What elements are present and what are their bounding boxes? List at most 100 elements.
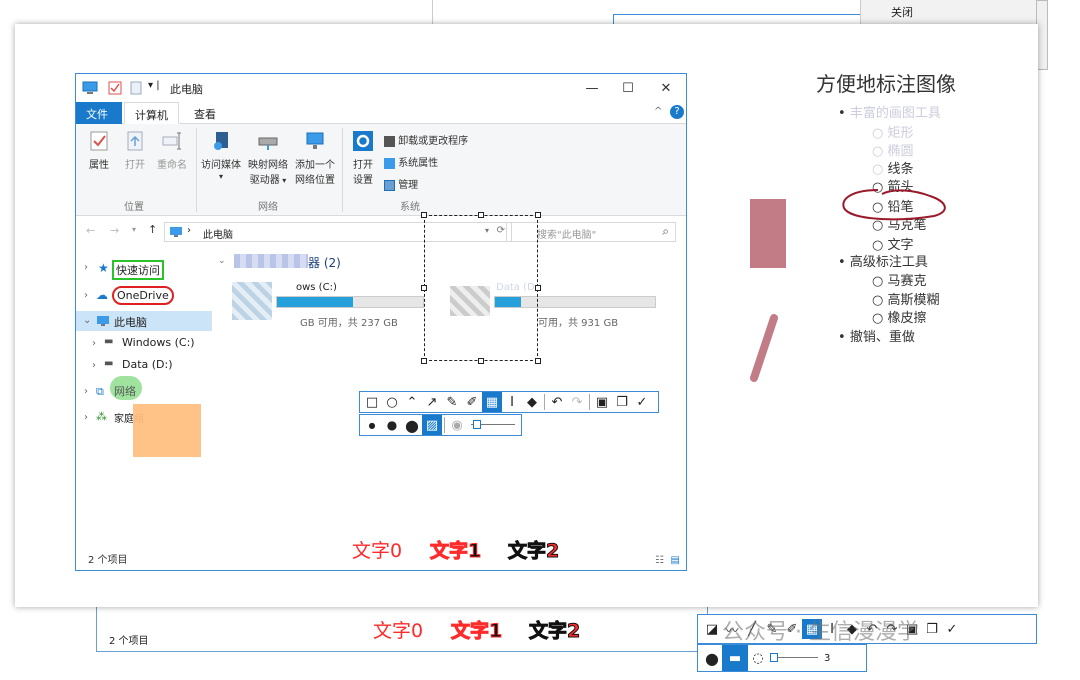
tab-view[interactable]: 查看 <box>184 102 226 124</box>
nav-windows-c[interactable]: Windows (C:) <box>122 336 195 349</box>
up-arrow-icon[interactable]: ↑ <box>148 223 157 236</box>
access-media-button[interactable]: 访问媒体 ▾ <box>198 130 244 182</box>
nav-quick-access[interactable]: 快速访问 <box>112 260 164 280</box>
resize-handle[interactable] <box>478 358 484 364</box>
ellipse-tool-icon[interactable]: ○ <box>382 392 402 412</box>
nav-this-pc[interactable]: 此电脑 <box>114 314 147 330</box>
fill-pattern-icon[interactable]: ▨ <box>422 415 442 435</box>
collapse-ribbon-icon[interactable]: ^ <box>654 106 662 117</box>
search-icon[interactable]: ⌕ <box>662 224 669 239</box>
mosaic-tool-icon[interactable]: ▦ <box>482 392 502 412</box>
details-view-icon[interactable]: ☷ <box>655 555 664 566</box>
arrow-tool-icon[interactable]: ↗ <box>422 392 442 412</box>
drive-c-usage-fill <box>277 297 353 307</box>
resize-handle[interactable] <box>535 212 541 218</box>
confirm-icon[interactable]: ✓ <box>942 619 962 639</box>
recent-dropdown-icon[interactable]: ▾ <box>132 225 136 234</box>
tiles-view-icon[interactable]: ▤ <box>671 555 680 566</box>
resize-handle[interactable] <box>421 358 427 364</box>
open-button[interactable]: 打开 <box>120 130 150 171</box>
background-context-menu: 关闭 <box>860 0 1036 26</box>
nav-network[interactable]: 网络 <box>114 383 136 399</box>
marker-tool-icon[interactable]: ✐ <box>462 392 482 412</box>
address-row: ← → ▾ ↑ › 此电脑 ▾ ⟳ 搜索"此电脑" ⌕ <box>76 216 686 246</box>
copy-icon[interactable]: ❐ <box>922 619 942 639</box>
undo-icon[interactable]: ↶ <box>547 392 567 412</box>
pink-rectangle-annotation <box>750 199 786 268</box>
ribbon-group-system: 系统 <box>400 202 420 213</box>
quick-access-dropdown-icon[interactable]: ▾ | <box>148 80 160 91</box>
watermark-text: 公众号 · 生信漫漫学 <box>722 620 919 645</box>
background-annotation-text-0: 文字0 <box>373 620 424 642</box>
properties-button[interactable]: 属性 <box>84 130 114 171</box>
blur-strength-icon[interactable]: ◌ <box>748 648 768 668</box>
expand-chevron-icon[interactable]: › <box>92 360 96 371</box>
red-pencil-ellipse-annotation <box>842 189 946 221</box>
resize-handle[interactable] <box>478 212 484 218</box>
back-arrow-icon[interactable]: ← <box>86 224 95 237</box>
size-small-icon[interactable]: ● <box>362 415 382 435</box>
strength-slider[interactable] <box>768 651 820 665</box>
nav-onedrive[interactable]: OneDrive <box>112 286 174 305</box>
redo-icon[interactable]: ↷ <box>567 392 587 412</box>
size-medium-icon[interactable]: ● <box>382 415 402 435</box>
style-toolbar: ● ● ● ▨ ◉ <box>359 414 522 436</box>
new-folder-quick-icon[interactable] <box>130 81 142 95</box>
selection-rectangle[interactable] <box>424 215 538 361</box>
expand-chevron-icon[interactable]: › <box>84 262 88 273</box>
resize-handle[interactable] <box>421 285 427 291</box>
maximize-button[interactable]: ☐ <box>610 77 646 99</box>
help-icon[interactable]: ? <box>670 105 684 119</box>
properties-quick-icon[interactable] <box>108 81 122 95</box>
annotation-text-2: 文字2 <box>507 540 560 563</box>
context-menu-close-item[interactable]: 关闭 <box>891 4 913 20</box>
eraser-tool-icon[interactable]: ◆ <box>522 392 542 412</box>
rectangle-tool-icon[interactable]: □ <box>362 392 382 412</box>
window-title: 此电脑 <box>170 83 203 96</box>
system-properties-button[interactable]: 系统属性 <box>384 154 438 169</box>
add-network-location-button[interactable]: 添加一个 网络位置 <box>292 130 338 186</box>
pencil-tool-icon[interactable]: ✎ <box>442 392 462 412</box>
resize-handle[interactable] <box>535 358 541 364</box>
subitem-label: 橡皮擦 <box>887 311 927 326</box>
lasso-tool-icon[interactable]: ◪ <box>702 619 722 639</box>
blur-strength-icon[interactable]: ◉ <box>447 415 467 435</box>
strength-slider[interactable] <box>467 418 517 432</box>
expand-chevron-icon[interactable]: › <box>92 338 96 349</box>
confirm-icon[interactable]: ✓ <box>632 392 652 412</box>
rename-button[interactable]: 重命名 <box>154 130 190 171</box>
system-properties-icon <box>384 157 395 169</box>
background-style-toolbar: ● ▬ ◌ 3 <box>697 644 867 672</box>
ribbon-separator <box>342 128 343 212</box>
size-large-icon[interactable]: ● <box>702 648 722 668</box>
computer-icon <box>82 81 98 94</box>
minimize-button[interactable]: — <box>574 77 610 99</box>
collapse-chevron-icon[interactable]: ⌄ <box>83 315 91 326</box>
background-annotation-text-1: 文字1 <box>450 620 503 643</box>
line-tool-icon[interactable]: ⌃ <box>402 392 422 412</box>
section-collapse-icon[interactable]: ⌄ <box>218 256 226 266</box>
forward-arrow-icon[interactable]: → <box>110 224 119 237</box>
map-network-drive-button[interactable]: 映射网络 驱动器 ▾ <box>246 130 290 186</box>
uninstall-program-button[interactable]: 卸载或更改程序 <box>384 132 468 147</box>
resize-handle[interactable] <box>421 212 427 218</box>
background-status-text: 2 个项目 <box>109 636 149 647</box>
text-tool-icon[interactable]: Ⅰ <box>502 392 522 412</box>
fill-mode-icon[interactable]: ▬ <box>722 645 748 671</box>
breadcrumb-this-pc[interactable]: 此电脑 <box>203 226 233 241</box>
expand-chevron-icon[interactable]: › <box>84 386 88 397</box>
expand-chevron-icon[interactable]: › <box>84 290 88 301</box>
close-button[interactable]: ✕ <box>648 77 684 99</box>
tab-computer[interactable]: 计算机 <box>124 102 179 124</box>
expand-chevron-icon[interactable]: › <box>84 412 88 423</box>
resize-handle[interactable] <box>535 285 541 291</box>
copy-icon[interactable]: ❐ <box>612 392 632 412</box>
nav-data-d[interactable]: Data (D:) <box>122 358 173 371</box>
tab-file[interactable]: 文件 <box>76 102 122 124</box>
size-large-icon[interactable]: ● <box>402 415 422 435</box>
drive-c-name[interactable]: ows (C:) <box>296 282 337 293</box>
open-settings-button[interactable]: 打开 设置 <box>348 130 378 186</box>
feature-item: • 撤销、重做 <box>838 330 915 345</box>
save-icon[interactable]: ▣ <box>592 392 612 412</box>
manage-button[interactable]: 管理 <box>384 176 418 191</box>
